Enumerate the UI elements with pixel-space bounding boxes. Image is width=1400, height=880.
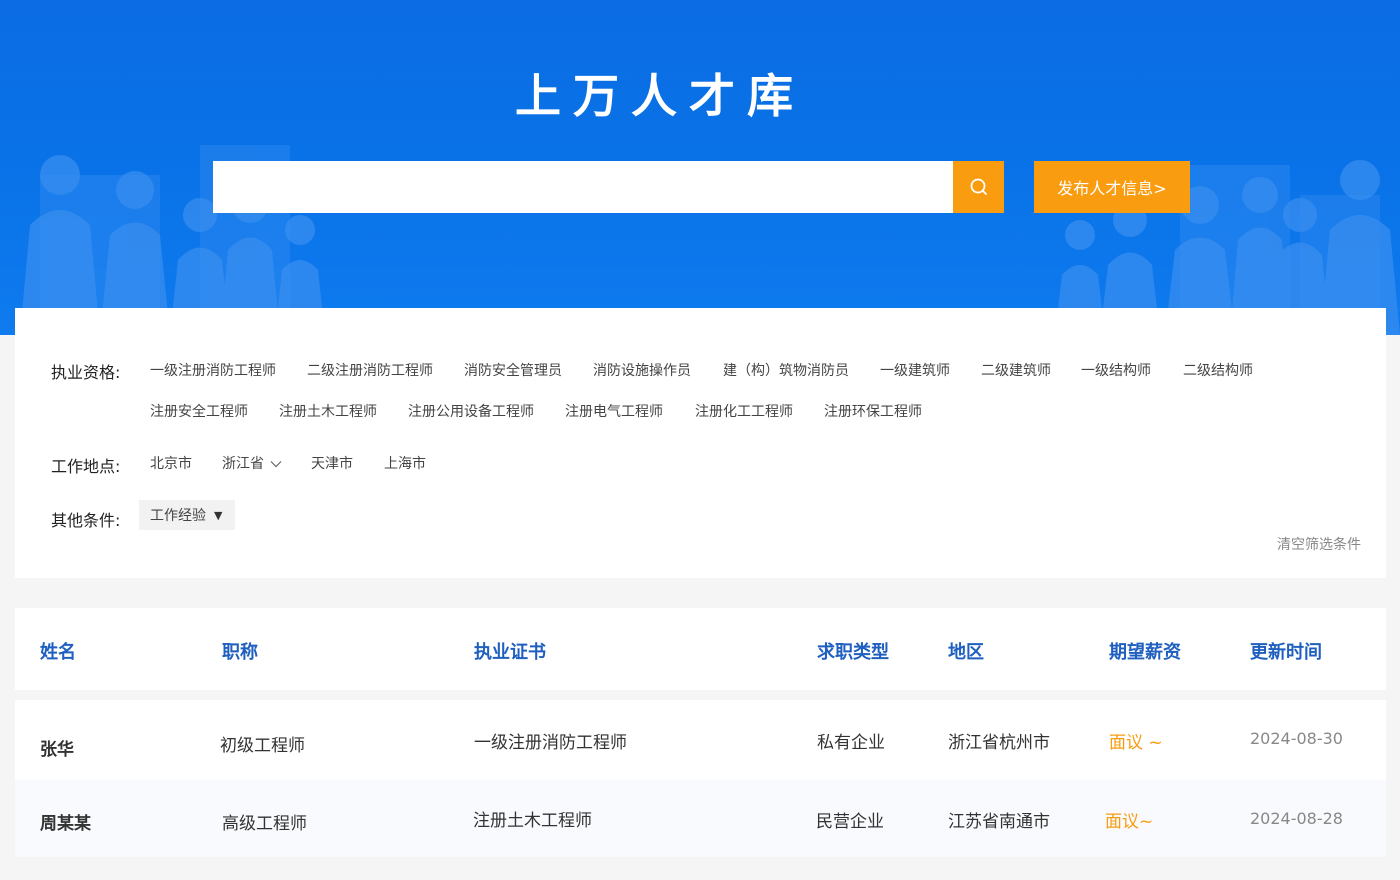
table-row[interactable]: 张华 初级工程师 一级注册消防工程师 私有企业 浙江省杭州市 面议 ~ 2024… [15,700,1386,780]
cell-certificate: 一级注册消防工程师 [474,733,627,753]
filter-option-qualification[interactable]: 消防设施操作员 [593,360,691,380]
filter-option-qualification[interactable]: 建（构）筑物消防员 [723,360,849,380]
cell-region: 江苏省南通市 [948,812,1050,832]
publish-talent-button[interactable]: 发布人才信息> [1034,161,1190,213]
filter-option-qualification[interactable]: 二级注册消防工程师 [307,360,433,380]
location-label: 工作地点: [51,457,121,476]
clear-filters-link[interactable]: 清空筛选条件 [1277,534,1361,554]
experience-dropdown[interactable]: 工作经验 ▼ [139,500,235,530]
cell-certificate: 注册土木工程师 [473,811,592,831]
filter-option-qualification[interactable]: 二级建筑师 [981,360,1051,380]
experience-dropdown-label: 工作经验 [150,508,206,524]
filter-option-qualification[interactable]: 注册公用设备工程师 [408,401,534,421]
cell-job-type: 私有企业 [817,733,885,753]
search-icon [970,178,987,195]
cell-name: 周某某 [40,814,91,834]
filter-panel: 执业资格: 一级注册消防工程师 二级注册消防工程师 消防安全管理员 消防设施操作… [15,308,1386,578]
filter-option-location-label: 浙江省 [222,456,264,472]
column-header-job-type: 求职类型 [817,642,889,663]
column-header-certificate: 执业证书 [474,642,546,663]
filter-option-qualification[interactable]: 注册安全工程师 [150,401,248,421]
search-input[interactable] [213,161,953,213]
other-conditions-label: 其他条件: [51,511,121,530]
column-header-update-time: 更新时间 [1250,642,1322,663]
column-header-region: 地区 [948,642,984,663]
filter-option-location[interactable]: 上海市 [384,453,426,473]
cell-salary: 面议~ [1105,812,1154,832]
filter-option-qualification[interactable]: 一级结构师 [1081,360,1151,380]
column-header-salary: 期望薪资 [1109,642,1181,663]
cell-title: 高级工程师 [222,814,307,834]
table-header: 姓名 职称 执业证书 求职类型 地区 期望薪资 更新时间 [15,608,1386,690]
column-header-title: 职称 [222,642,258,663]
table-row[interactable]: 周某某 高级工程师 注册土木工程师 民营企业 江苏省南通市 面议~ 2024-0… [15,780,1386,857]
caret-down-icon: ▼ [214,508,223,522]
cell-salary: 面议 ~ [1109,733,1163,753]
filter-option-qualification[interactable]: 注册环保工程师 [824,401,922,421]
chevron-down-icon [271,461,282,468]
cell-region: 浙江省杭州市 [948,733,1050,753]
filter-option-qualification[interactable]: 一级注册消防工程师 [150,360,276,380]
search-button[interactable] [953,161,1004,213]
cell-job-type: 民营企业 [816,812,884,832]
filter-option-qualification[interactable]: 注册化工工程师 [695,401,793,421]
cell-title: 初级工程师 [220,736,305,756]
filter-option-qualification[interactable]: 一级建筑师 [880,360,950,380]
column-header-name: 姓名 [40,642,76,663]
page-title: 上万人才库 [515,69,805,123]
filter-option-qualification[interactable]: 消防安全管理员 [464,360,562,380]
filter-option-qualification[interactable]: 注册电气工程师 [565,401,663,421]
filter-option-qualification[interactable]: 注册土木工程师 [279,401,377,421]
hero-banner: 上万人才库 发布人才信息> [0,0,1400,335]
cell-date: 2024-08-30 [1250,729,1343,748]
filter-option-location[interactable]: 天津市 [311,453,353,473]
filter-option-location[interactable]: 北京市 [150,453,192,473]
cell-date: 2024-08-28 [1250,809,1343,828]
filter-option-location[interactable]: 浙江省 [222,453,282,473]
filter-option-qualification[interactable]: 二级结构师 [1183,360,1253,380]
cell-name: 张华 [40,740,74,760]
qualification-label: 执业资格: [51,363,121,382]
